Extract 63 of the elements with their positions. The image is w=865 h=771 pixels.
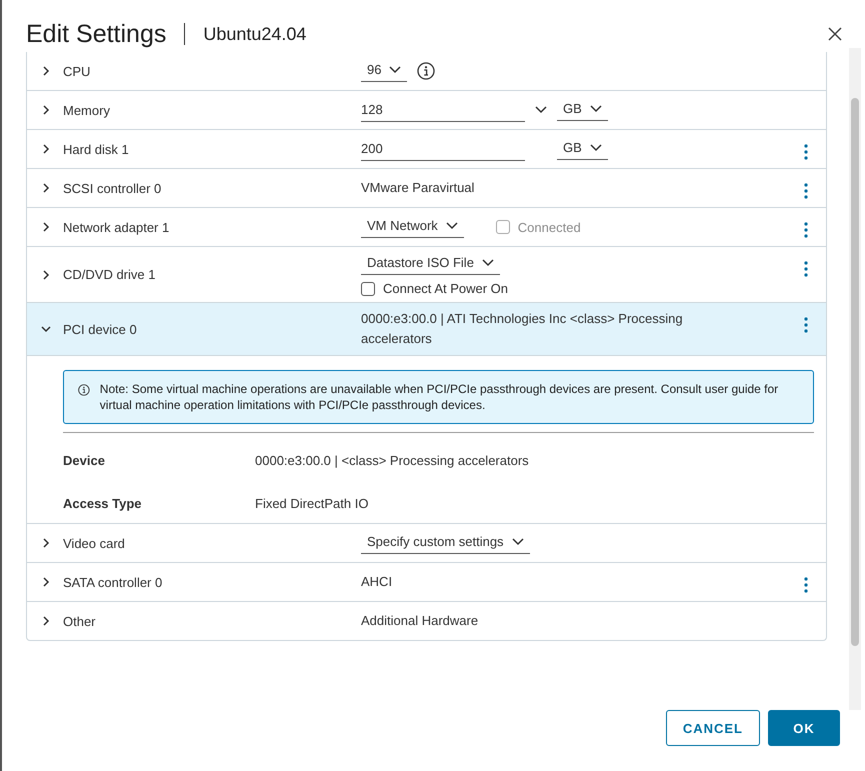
scrollbar[interactable]: [849, 48, 861, 710]
caret-icon: [512, 538, 524, 546]
caret-icon: [446, 222, 458, 230]
chevron-icon[interactable]: [41, 537, 51, 549]
value-text: Additional Hardware: [361, 612, 478, 630]
chevron-icon[interactable]: [41, 65, 51, 77]
detail-value: 0000:e3:00.0 | <class> Processing accelerators: [255, 453, 529, 468]
input-field[interactable]: 200: [361, 137, 525, 161]
row-label: CD/DVD drive 1: [63, 267, 156, 282]
chevron-icon[interactable]: [41, 268, 51, 280]
chevron-icon[interactable]: [41, 615, 51, 627]
hardware-row[interactable]: SATA controller 0 AHCI: [27, 563, 826, 602]
hardware-row[interactable]: PCI device 0 0000:e3:00.0 | ATI Technologies Inc <class> Processing accelerators: [27, 303, 826, 356]
more-options-icon[interactable]: [804, 577, 808, 593]
detail-label: Access Type: [63, 496, 143, 511]
row-label: Other: [63, 614, 96, 628]
close-button[interactable]: [827, 26, 843, 42]
more-options-icon[interactable]: [804, 183, 808, 199]
vm-name: Ubuntu24.04: [203, 24, 306, 44]
row-label: Hard disk 1: [63, 142, 129, 156]
dropdown[interactable]: VM Network: [361, 216, 464, 238]
note-text: Note: Some virtual machine operations are unavailable when PCI/PCIe passthrough devices are present. Consult user guide for virtual machine operation limitations with PCI/PCIe passthrough devices.: [100, 381, 780, 413]
row-label: SCSI controller 0: [63, 180, 162, 196]
input-field[interactable]: 128: [361, 98, 525, 122]
chevron-icon[interactable]: [41, 221, 51, 233]
dropdown[interactable]: GB: [557, 99, 608, 121]
more-options-icon[interactable]: [804, 144, 808, 160]
detail-value: Fixed DirectPath IO: [255, 496, 368, 511]
cancel-button[interactable]: CANCEL: [666, 710, 760, 746]
more-options-icon[interactable]: [804, 317, 808, 333]
value-text: 0000:e3:00.0 | ATI Technologies Inc <class> Processing accelerators: [361, 310, 684, 348]
dropdown[interactable]: Specify custom settings: [361, 532, 530, 554]
chevron-icon[interactable]: [41, 104, 51, 116]
chevron-icon[interactable]: [41, 182, 51, 194]
row-label: SATA controller 0: [63, 574, 162, 590]
checkbox[interactable]: Connect At Power On: [361, 281, 508, 296]
row-label: PCI device 0: [63, 322, 137, 336]
hardware-row[interactable]: Other Additional Hardware: [27, 602, 826, 640]
detail-label: Device: [63, 453, 106, 468]
chevron-icon[interactable]: [41, 143, 51, 155]
caret-icon: [590, 104, 602, 112]
confirm-button[interactable]: OK: [768, 710, 840, 746]
caret-icon: [389, 66, 402, 74]
row-label: Video card: [63, 536, 125, 550]
row-label: Memory: [63, 102, 110, 118]
hardware-row[interactable]: Video card Specify custom settings: [27, 524, 826, 563]
chevron-icon[interactable]: [41, 576, 51, 588]
dropdown[interactable]: 96: [361, 60, 408, 82]
more-options-icon[interactable]: [804, 222, 808, 238]
hardware-row[interactable]: CPU 96: [27, 52, 826, 91]
row-label: Network adapter 1: [63, 220, 170, 234]
hardware-row[interactable]: Memory 128 GB: [27, 91, 826, 130]
hardware-row[interactable]: SCSI controller 0 VMware Paravirtual: [27, 169, 826, 208]
dialog-title: Edit Settings: [26, 20, 166, 48]
value-text: VMware Paravirtual: [361, 179, 474, 197]
row-label: CPU: [63, 64, 90, 78]
caret-icon: [590, 144, 602, 152]
value-text: AHCI: [361, 573, 392, 591]
dropdown[interactable]: GB: [557, 138, 608, 160]
more-options-icon[interactable]: [804, 261, 808, 277]
hardware-row[interactable]: Hard disk 1 200 GB: [27, 130, 826, 169]
caret-icon: [482, 258, 494, 266]
dropdown[interactable]: Datastore ISO File: [361, 253, 500, 275]
